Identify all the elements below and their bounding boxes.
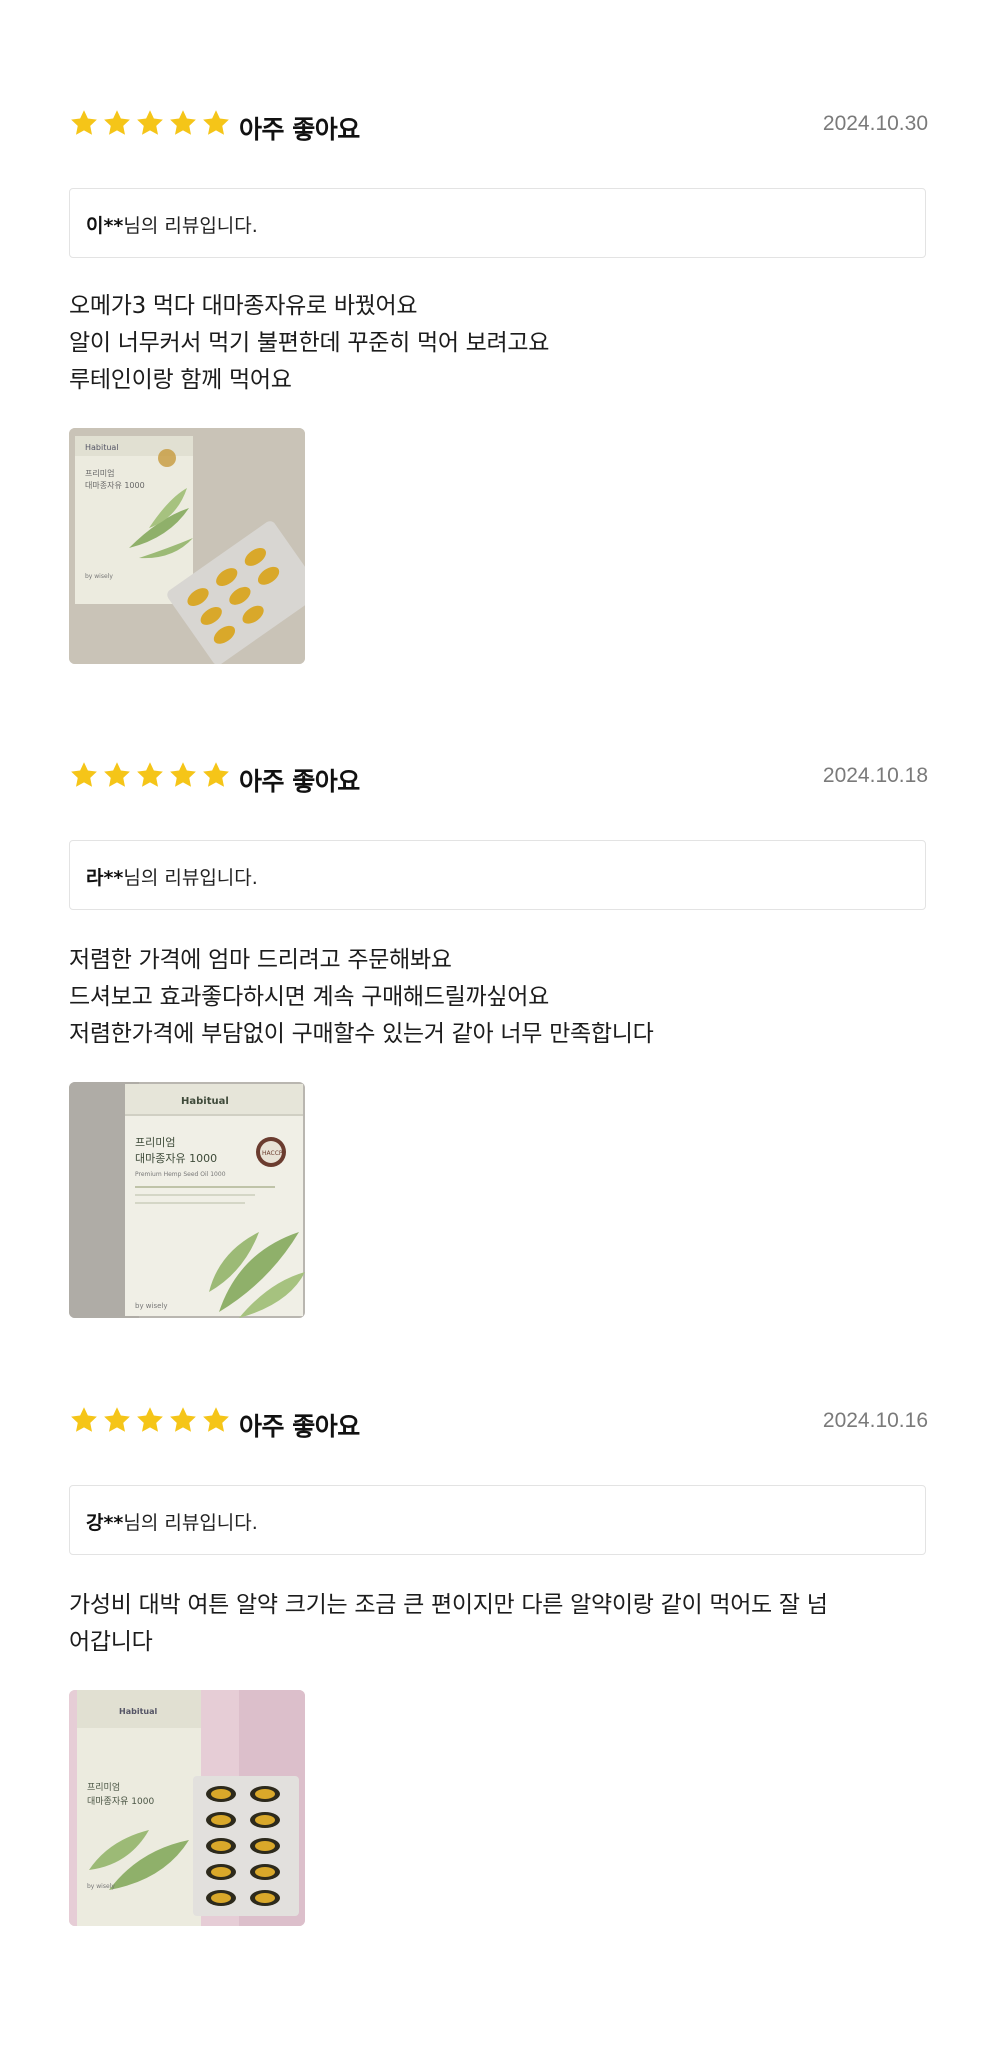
review-photo[interactable]: Habitual 프리미엄 대마종자유 1000 by wisely bbox=[69, 428, 305, 664]
review-header: 아주 좋아요 2024.10.16 bbox=[69, 1405, 928, 1445]
rating-label: 아주 좋아요 bbox=[239, 767, 360, 796]
star-icon bbox=[170, 110, 196, 135]
review-text: 오메가3 먹다 대마종자유로 바꿨어요 알이 너무커서 먹기 불편한데 꾸준히 … bbox=[69, 288, 928, 399]
star-icon bbox=[203, 110, 229, 135]
author-name: 강** bbox=[86, 1512, 124, 1534]
svg-text:프리미엄: 프리미엄 bbox=[87, 1781, 120, 1793]
star-icon bbox=[104, 762, 130, 787]
star-icon bbox=[71, 110, 97, 135]
star-rating bbox=[69, 108, 231, 138]
svg-text:HACCP: HACCP bbox=[262, 1150, 283, 1157]
review-item: 아주 좋아요 2024.10.30 이**님의 리뷰입니다. 오메가3 먹다 대… bbox=[69, 108, 928, 668]
review-header: 아주 좋아요 2024.10.30 bbox=[69, 108, 928, 148]
star-icon bbox=[137, 1407, 163, 1432]
star-icon bbox=[203, 1407, 229, 1432]
svg-text:프리미엄: 프리미엄 bbox=[135, 1136, 175, 1149]
review-item: 아주 좋아요 2024.10.16 강**님의 리뷰입니다. 가성비 대박 여튼… bbox=[69, 1405, 928, 1965]
author-box: 강**님의 리뷰입니다. bbox=[69, 1485, 926, 1555]
review-text: 가성비 대박 여튼 알약 크기는 조금 큰 편이지만 다른 알약이랑 같이 먹어… bbox=[69, 1587, 928, 1661]
svg-text:by wisely: by wisely bbox=[85, 573, 113, 580]
review-photo[interactable]: Habitual 프리미엄 대마종자유 1000 by wisely bbox=[69, 1690, 305, 1926]
star-icon bbox=[104, 1407, 130, 1432]
author-name: 이** bbox=[86, 215, 124, 237]
star-icon bbox=[170, 1407, 196, 1432]
review-line: 드셔보고 효과좋다하시면 계속 구매해드릴까싶어요 bbox=[69, 984, 549, 1010]
review-photo[interactable]: Habitual 프리미엄 대마종자유 1000 Premium Hemp Se… bbox=[69, 1082, 305, 1318]
review-item: 아주 좋아요 2024.10.18 라**님의 리뷰입니다. 저렴한 가격에 엄… bbox=[69, 760, 928, 1320]
svg-text:Premium Hemp Seed Oil 1000: Premium Hemp Seed Oil 1000 bbox=[135, 1171, 226, 1178]
rating-label: 아주 좋아요 bbox=[239, 115, 360, 144]
author-suffix: 님의 리뷰입니다. bbox=[123, 1512, 258, 1534]
rating-label: 아주 좋아요 bbox=[239, 1412, 360, 1441]
review-line: 오메가3 먹다 대마종자유로 바꿨어요 bbox=[69, 293, 418, 319]
review-header: 아주 좋아요 2024.10.18 bbox=[69, 760, 928, 800]
review-line: 저렴한가격에 부담없이 구매할수 있는거 같아 너무 만족합니다 bbox=[69, 1021, 654, 1047]
svg-text:by wisely: by wisely bbox=[87, 1883, 115, 1890]
svg-text:대마종자유 1000: 대마종자유 1000 bbox=[85, 481, 145, 490]
author-box: 이**님의 리뷰입니다. bbox=[69, 188, 926, 258]
svg-text:대마종자유 1000: 대마종자유 1000 bbox=[87, 1796, 154, 1807]
box-brand-text: Habitual bbox=[85, 443, 119, 452]
review-line: 알이 너무커서 먹기 불편한데 꾸준히 먹어 보려고요 bbox=[69, 330, 550, 356]
review-line: 가성비 대박 여튼 알약 크기는 조금 큰 편이지만 다른 알약이랑 같이 먹어… bbox=[69, 1592, 828, 1618]
author-box: 라**님의 리뷰입니다. bbox=[69, 840, 926, 910]
star-rating bbox=[69, 1405, 231, 1435]
svg-text:프리미엄: 프리미엄 bbox=[85, 468, 114, 478]
review-line: 어갑니다 bbox=[69, 1629, 153, 1655]
star-icon bbox=[137, 762, 163, 787]
author-suffix: 님의 리뷰입니다. bbox=[123, 215, 258, 237]
review-line: 저렴한 가격에 엄마 드리려고 주문해봐요 bbox=[69, 947, 452, 973]
box-brand-text: Habitual bbox=[119, 1707, 157, 1716]
review-text: 저렴한 가격에 엄마 드리려고 주문해봐요 드셔보고 효과좋다하시면 계속 구매… bbox=[69, 942, 928, 1053]
review-date: 2024.10.16 bbox=[822, 1409, 928, 1432]
review-list: 아주 좋아요 2024.10.30 이**님의 리뷰입니다. 오메가3 먹다 대… bbox=[0, 0, 1000, 2047]
star-icon bbox=[170, 762, 196, 787]
star-rating bbox=[69, 760, 231, 790]
star-icon bbox=[203, 762, 229, 787]
review-date: 2024.10.30 bbox=[822, 112, 928, 135]
star-icon bbox=[71, 762, 97, 787]
star-icon bbox=[71, 1407, 97, 1432]
author-suffix: 님의 리뷰입니다. bbox=[123, 867, 258, 889]
svg-text:by wisely: by wisely bbox=[135, 1302, 168, 1310]
star-icon bbox=[137, 110, 163, 135]
author-name: 라** bbox=[86, 867, 124, 889]
review-line: 루테인이랑 함께 먹어요 bbox=[69, 367, 292, 393]
star-icon bbox=[104, 110, 130, 135]
box-brand-text: Habitual bbox=[181, 1096, 229, 1107]
review-date: 2024.10.18 bbox=[822, 764, 928, 787]
svg-text:대마종자유 1000: 대마종자유 1000 bbox=[135, 1152, 217, 1165]
